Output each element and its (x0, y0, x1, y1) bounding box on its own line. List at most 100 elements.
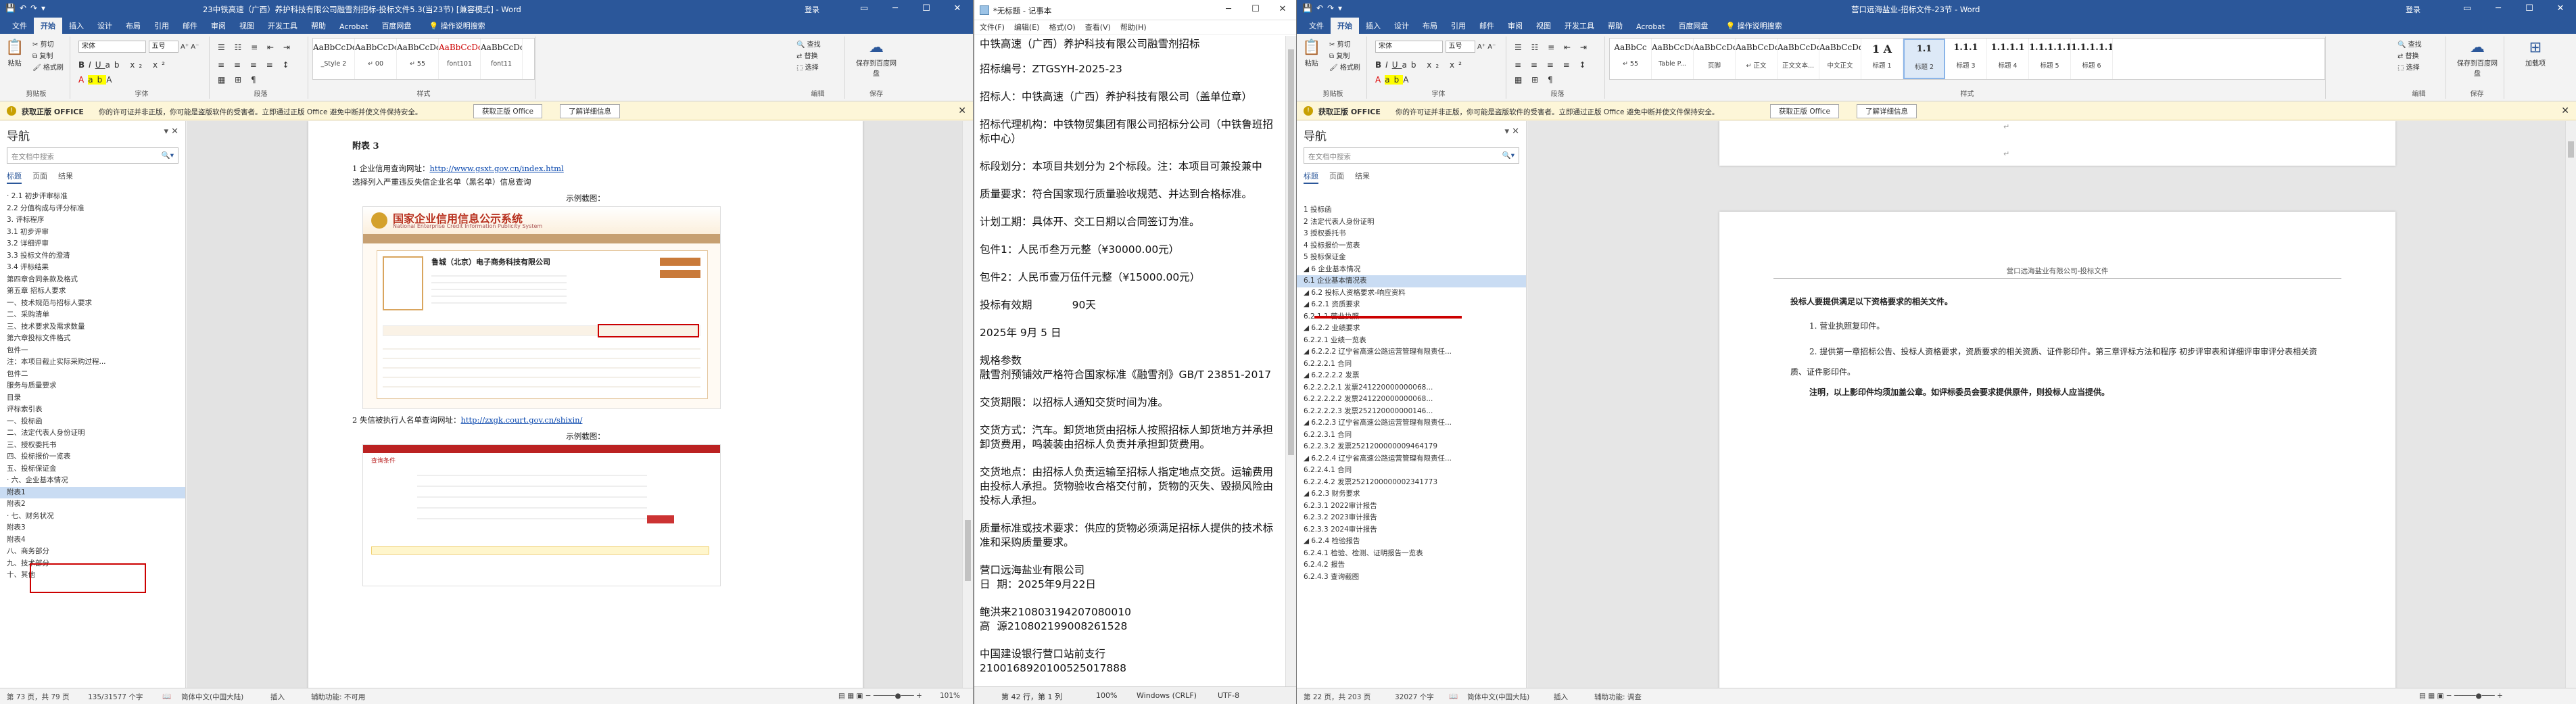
font-format-buttons[interactable]: BIUab x₂ x² (78, 60, 169, 71)
style-item[interactable]: AaBbCcDd 中文正文 (1819, 39, 1861, 79)
nav-tab-results[interactable]: 结果 (1355, 170, 1370, 184)
nav-heading-item[interactable]: 二、法定代表人身份证明 (0, 427, 185, 440)
tab-references[interactable]: 引用 (147, 18, 176, 34)
spell-check-icon[interactable]: 📖 (162, 692, 171, 701)
tab-review[interactable]: 审阅 (1501, 18, 1529, 34)
tab-developer[interactable]: 开发工具 (1558, 18, 1601, 34)
save-baidu-button[interactable]: ☁ 保存到百度网盘 (853, 39, 899, 78)
nav-heading-item[interactable]: 包件一 (0, 345, 185, 357)
nav-heading-item[interactable]: ◢ 6.2.3 财务要求 (1297, 488, 1526, 500)
font-color-buttons[interactable]: AabA (78, 74, 116, 86)
notepad-text-area[interactable]: 中铁高速（广西）养护科技有限公司融雪剂招标 招标编号：ZTGSYH-2025-23… (974, 36, 1285, 686)
learn-more-button[interactable]: 了解详细信息 (1857, 104, 1917, 118)
nav-heading-item[interactable]: 3 授权委托书 (1297, 228, 1526, 240)
nav-heading-item[interactable]: 3.2 详细评审 (0, 238, 185, 250)
style-item[interactable]: 1.1 标题 2 (1903, 39, 1945, 79)
tab-view[interactable]: 视图 (233, 18, 261, 34)
nav-heading-item[interactable]: 6.2.4.2 报告 (1297, 559, 1526, 571)
nav-heading-item[interactable]: 附表3 (0, 522, 185, 534)
minimize-icon[interactable]: ─ (2483, 0, 2514, 18)
tab-mailings[interactable]: 邮件 (176, 18, 204, 34)
menu-view[interactable]: 查看(V) (1085, 20, 1111, 34)
tab-insert[interactable]: 插入 (1359, 18, 1387, 34)
nav-heading-item[interactable]: 第四章合同条款及格式 (0, 274, 185, 286)
style-item[interactable]: AaBbCcDd 正文文本... (1778, 39, 1819, 79)
nav-heading-item[interactable]: 1 投标函 (1297, 204, 1526, 216)
find-button[interactable]: 🔍 查找 (2398, 39, 2422, 51)
nav-heading-item[interactable]: ◢ 6.2.2.2 辽宁省高速公路运营管理有限责任... (1297, 346, 1526, 358)
language[interactable]: 简体中文(中国大陆) (1467, 692, 1529, 702)
nav-heading-item[interactable]: 6.2.4.1 检验、检测、证明报告一览表 (1297, 548, 1526, 560)
word-count[interactable]: 32027 个字 (1395, 692, 1434, 702)
maximize-icon[interactable]: ☐ (1242, 0, 1269, 19)
font-size-select[interactable]: 五号 (148, 41, 178, 53)
insert-mode[interactable]: 插入 (1554, 692, 1568, 702)
page-count[interactable]: 第 73 页，共 79 页 (7, 692, 70, 702)
nav-heading-item[interactable]: 6.2.2.1 业绩一览表 (1297, 335, 1526, 347)
menu-edit[interactable]: 编辑(E) (1014, 20, 1040, 34)
gsxt-link[interactable]: http://www.gsxt.gov.cn/index.html (429, 164, 563, 173)
vertical-scrollbar[interactable] (962, 121, 973, 688)
tab-design[interactable]: 设计 (91, 18, 119, 34)
shading-buttons[interactable]: ▦ ⊞ ¶ (218, 74, 260, 86)
search-icon[interactable]: 🔍▾ (162, 151, 174, 160)
nav-heading-item[interactable]: ◢ 6 企业基本情况 (1297, 264, 1526, 276)
tab-references[interactable]: 引用 (1444, 18, 1473, 34)
style-item[interactable]: 1 A 标题 1 (1861, 39, 1903, 79)
quick-access-icons[interactable]: 💾↶↷▾ (1302, 3, 1346, 13)
insert-mode[interactable]: 插入 (270, 692, 285, 702)
tab-review[interactable]: 审阅 (204, 18, 233, 34)
nav-heading-item[interactable]: ◢ 6.2 投标人资格要求-响应资料 (1297, 287, 1526, 300)
nav-heading-item[interactable]: 十、其他 (0, 569, 185, 582)
font-size-select[interactable]: 五号 (1445, 41, 1475, 53)
nav-heading-item[interactable]: 6.2.2.2.2.3 发票252120000000146... (1297, 406, 1526, 418)
nav-heading-item[interactable]: 6.2.2.4.1 合同 (1297, 465, 1526, 477)
quick-access-icons[interactable]: 💾↶↷▾ (5, 3, 49, 13)
nav-tab-pages[interactable]: 页面 (32, 170, 47, 184)
copy-button[interactable]: ⧉ 复制 (1329, 51, 1360, 62)
nav-heading-item[interactable]: 九、技术部分 (0, 558, 185, 570)
nav-heading-item[interactable]: · 六、企业基本情况 (0, 475, 185, 487)
nav-heading-item[interactable]: 服务与质量要求 (0, 380, 185, 392)
nav-heading-item[interactable]: 6.1 企业基本情况表 (1297, 275, 1526, 287)
nav-heading-item[interactable]: 三、技术要求及需求数量 (0, 321, 185, 333)
nav-search-input[interactable]: 在文档中搜索 🔍▾ (7, 147, 178, 164)
nav-heading-item[interactable]: ◢ 6.2.2.2.2 发票 (1297, 370, 1526, 382)
zoom-level[interactable]: 101% (940, 692, 960, 700)
nav-heading-item[interactable]: 5 投标保证金 (1297, 252, 1526, 264)
language[interactable]: 简体中文(中国大陆) (181, 692, 243, 702)
nav-heading-item[interactable]: 注：本项目截止实际采购过程... (0, 356, 185, 369)
nav-heading-item[interactable]: 三、授权委托书 (0, 440, 185, 452)
copy-button[interactable]: ⧉ 复制 (32, 51, 64, 62)
nav-heading-item[interactable]: 3.3 投标文件的澄清 (0, 250, 185, 262)
style-item[interactable]: 1.1.1.1.1.1 标题 6 (2071, 39, 2113, 79)
font-name-select[interactable]: 宋体 (1375, 41, 1443, 53)
view-buttons[interactable]: ▤ ▦ ▣ − ─────●─── + (2419, 692, 2503, 700)
nav-close-icon[interactable]: ▾ ✕ (1504, 126, 1519, 137)
nav-heading-item[interactable]: 6.2.3.3 2024审计报告 (1297, 524, 1526, 536)
tab-baidu[interactable]: 百度网盘 (375, 18, 418, 34)
nav-heading-item[interactable]: 4 投标报价一览表 (1297, 240, 1526, 252)
align-buttons[interactable]: ≡ ≡ ≡ ≡ ↕ (1514, 60, 1590, 71)
accessibility-status[interactable]: 辅助功能: 不可用 (311, 692, 365, 702)
align-buttons[interactable]: ≡ ≡ ≡ ≡ ↕ (218, 60, 293, 71)
cut-button[interactable]: ✂ 剪切 (1329, 39, 1360, 51)
court-link[interactable]: http://zxgk.court.gov.cn/shixin/ (460, 415, 582, 425)
nav-heading-item[interactable]: ◢ 6.2.2 业绩要求 (1297, 323, 1526, 335)
format-painter-button[interactable]: 🖌 格式刷 (32, 62, 64, 74)
style-item[interactable]: AaBbCcDd ↵ 正文 (1736, 39, 1778, 79)
replace-button[interactable]: ⇄ 替换 (2398, 51, 2422, 62)
shading-buttons[interactable]: ▦ ⊞ ¶ (1514, 74, 1556, 86)
nav-heading-item[interactable]: 目录 (0, 392, 185, 404)
nav-tab-results[interactable]: 结果 (58, 170, 73, 184)
nav-heading-item[interactable]: 五、投标保证金 (0, 463, 185, 475)
nav-heading-item[interactable]: · 七、财务状况 (0, 511, 185, 523)
nav-heading-item[interactable]: 2 法定代表人身份证明 (1297, 216, 1526, 229)
nav-heading-item[interactable]: ◢ 6.2.1 资质要求 (1297, 299, 1526, 311)
tab-home[interactable]: 开始 (1331, 18, 1359, 34)
spell-check-icon[interactable]: 📖 (1449, 692, 1458, 701)
style-item[interactable]: AaBbCcDd 页脚 (1694, 39, 1736, 79)
scrollbar-thumb[interactable] (2568, 141, 2574, 158)
search-icon[interactable]: 🔍▾ (1502, 151, 1514, 160)
tab-file[interactable]: 文件 (5, 18, 34, 34)
